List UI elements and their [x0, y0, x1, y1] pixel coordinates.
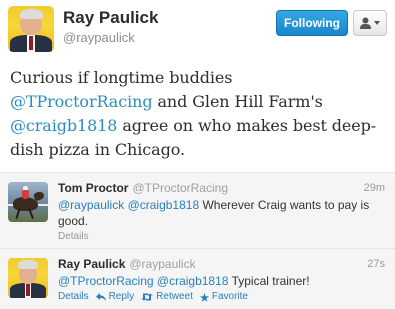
author-name[interactable]: Ray Paulick [63, 8, 158, 28]
reply-timestamp[interactable]: 29m [364, 182, 385, 195]
tweet-text-segment: agree on who makes best deep- [117, 116, 377, 135]
tweet-text-segment: and Glen Hill Farm's [152, 92, 323, 111]
ray-paulick-avatar[interactable] [8, 6, 54, 52]
reply-label: Reply [108, 291, 135, 302]
reply-author-name[interactable]: Tom Proctor [58, 181, 128, 195]
tweet-actions: Details Reply Retweet Favorite [58, 291, 248, 303]
reply-text: @raypaulick @craigb1818 Wherever Craig w… [58, 197, 380, 229]
reply-body: Typical trainer! [231, 274, 310, 288]
retweet-button[interactable]: Retweet [141, 291, 193, 303]
reply-author-handle[interactable]: @TProctorRacing [132, 181, 228, 195]
user-actions-dropdown[interactable] [353, 10, 387, 36]
tweet-text-segment: dish pizza in Chicago. [10, 140, 185, 159]
tweet-text-line: Curious if longtime buddies [10, 66, 390, 90]
main-tweet: Ray Paulick @raypaulick Following Curiou… [0, 0, 395, 172]
user-menu-icon [360, 17, 371, 29]
retweet-label: Retweet [156, 291, 193, 302]
reply-tweet[interactable]: Ray Paulick @raypaulick 27s @TProctorRaci… [0, 249, 395, 309]
details-link[interactable]: Details [58, 231, 89, 243]
conversation-replies: Tom Proctor @TProctorRacing 29m @raypauli… [0, 172, 395, 309]
retweet-icon [141, 293, 154, 301]
reply-author-handle[interactable]: @raypaulick [129, 257, 195, 271]
reply-author[interactable]: Ray Paulick @raypaulick [58, 257, 196, 271]
mention-link[interactable]: @craigb1818 [10, 116, 117, 135]
chevron-down-icon [374, 21, 380, 25]
tweet-text-line: dish pizza in Chicago. [10, 138, 390, 162]
tweet-text-segment: Curious if longtime buddies [10, 68, 233, 87]
mention-link[interactable]: @craigb1818 [128, 198, 200, 212]
details-link[interactable]: Details [58, 291, 89, 303]
tweet-text-line: @TProctorRacing and Glen Hill Farm's [10, 90, 390, 114]
reply-author-name[interactable]: Ray Paulick [58, 257, 125, 271]
reply-button[interactable]: Reply [95, 291, 135, 303]
mention-link[interactable]: @TProctorRacing [10, 92, 153, 111]
mention-link[interactable]: @raypaulick [58, 198, 124, 212]
author-handle[interactable]: @raypaulick [63, 30, 135, 46]
ray-paulick-avatar[interactable] [8, 258, 48, 298]
favorite-button[interactable]: Favorite [199, 291, 248, 303]
tom-proctor-avatar[interactable] [8, 182, 48, 222]
following-button[interactable]: Following [276, 10, 348, 36]
mention-link[interactable]: @TProctorRacing [58, 274, 154, 288]
tweet-text: Curious if longtime buddies @TProctorRaci… [10, 66, 390, 162]
reply-tweet[interactable]: Tom Proctor @TProctorRacing 29m @raypauli… [0, 173, 395, 249]
favorite-label: Favorite [211, 291, 248, 302]
tweet-text-line: @craigb1818 agree on who makes best deep… [10, 114, 390, 138]
reply-icon [95, 293, 106, 301]
reply-timestamp[interactable]: 27s [367, 258, 385, 271]
favorite-star-icon [199, 292, 209, 302]
reply-author[interactable]: Tom Proctor @TProctorRacing [58, 181, 228, 195]
mention-link[interactable]: @craigb1818 [157, 274, 229, 288]
reply-text: @TProctorRacing @craigb1818 Typical trai… [58, 273, 380, 289]
